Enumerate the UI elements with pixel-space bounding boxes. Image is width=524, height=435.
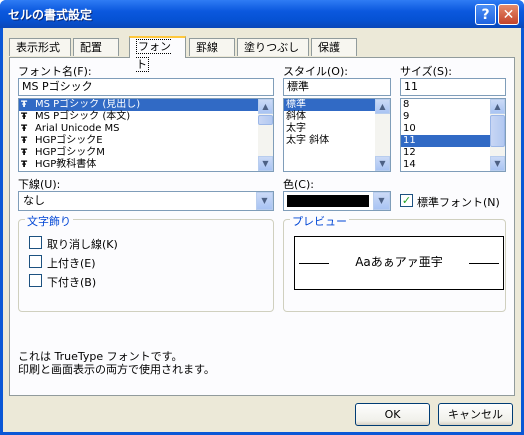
scroll-thumb[interactable] xyxy=(258,115,273,125)
dialog-title: セルの書式設定 xyxy=(8,8,93,22)
size-input[interactable]: 11 xyxy=(400,78,506,96)
close-button[interactable]: ✕ xyxy=(498,4,519,25)
checkmark-icon: ✓ xyxy=(401,194,412,207)
tab-border[interactable]: 罫線 xyxy=(189,38,235,56)
chevron-down-icon[interactable]: ▼ xyxy=(256,192,273,210)
color-swatch xyxy=(287,195,369,207)
font-name-list[interactable]: Ŧ MS Pゴシック (見出し) Ŧ MS Pゴシック (本文) Ŧ Arial Unic… xyxy=(18,98,274,172)
truetype-font-icon: Ŧ xyxy=(21,124,28,134)
font-name-input[interactable]: MS Pゴシック xyxy=(18,78,274,96)
style-list-item-label: 標準 xyxy=(286,99,306,110)
help-button[interactable]: ? xyxy=(475,4,496,25)
font_name-list-item[interactable]: Ŧ HGP教科書体 xyxy=(19,159,273,171)
font_name-list-item[interactable]: Ŧ Arial Unicode MS xyxy=(19,123,273,135)
ok-button[interactable]: OK xyxy=(355,403,430,426)
size-list-item-label: 9 xyxy=(403,111,410,122)
tab-number-format[interactable]: 表示形式 xyxy=(9,38,71,56)
font_name-list-item-label: HGP教科書体 xyxy=(35,159,97,170)
size-list-item-label: 14 xyxy=(403,159,416,170)
size-list-item-label: 12 xyxy=(403,147,416,158)
size-label: サイズ(S): xyxy=(400,65,452,78)
font-tab-panel: フォント名(F): MS Pゴシック Ŧ MS Pゴシック (見出し) Ŧ MS Pゴ… xyxy=(9,57,515,396)
font_name-list-item-label: MS Pゴシック (見出し) xyxy=(35,99,141,110)
style-list[interactable]: 標準 斜体 太字 太字 斜体 ▲ ▼ xyxy=(283,98,391,172)
font_name-list-item[interactable]: Ŧ MS Pゴシック (本文) xyxy=(19,111,273,123)
superscript-checkbox[interactable] xyxy=(29,255,42,268)
tab-alignment[interactable]: 配置 xyxy=(73,38,119,56)
font_name-list-item-label: HGPゴシックM xyxy=(35,147,105,158)
scroll-up-arrow-icon[interactable]: ▲ xyxy=(375,99,390,114)
font-info-line2: 印刷と画面表示の両方で使用されます。 xyxy=(18,363,215,376)
scroll-down-arrow-icon[interactable]: ▼ xyxy=(490,156,505,171)
subscript-label: 下付き(B) xyxy=(47,276,97,289)
dialog-window: セルの書式設定 ? ✕ 表示形式 配置 フォント 罫線 塗りつぶし 保護 フォン… xyxy=(0,0,524,435)
size-list-item-label: 11 xyxy=(403,135,416,146)
tab-font[interactable]: フォント xyxy=(129,36,186,72)
truetype-font-icon: Ŧ xyxy=(21,160,28,170)
size-list[interactable]: 8 9 10 11 12 14 ▲ ▼ xyxy=(400,98,506,172)
font_name-list-item[interactable]: Ŧ HGPゴシックM xyxy=(19,147,273,159)
size-list-item-label: 8 xyxy=(403,99,410,110)
truetype-font-icon: Ŧ xyxy=(21,136,28,146)
size-list-scrollbar[interactable]: ▲ ▼ xyxy=(490,99,505,171)
preview-box: Aaあぁアァ亜宇 xyxy=(294,236,504,290)
title-bar[interactable]: セルの書式設定 ? ✕ xyxy=(0,0,524,28)
chevron-down-icon[interactable]: ▼ xyxy=(373,192,390,210)
font_name-list-item-label: HGPゴシックE xyxy=(35,135,103,146)
underline-select[interactable]: なし ▼ xyxy=(18,191,274,211)
tab-protection[interactable]: 保護 xyxy=(311,38,357,56)
effects-title: 文字飾り xyxy=(25,213,73,229)
scroll-down-arrow-icon[interactable]: ▼ xyxy=(375,156,390,171)
cancel-button[interactable]: キャンセル xyxy=(438,403,513,426)
question-mark-icon: ? xyxy=(481,7,490,23)
font_name-list-item-label: Arial Unicode MS xyxy=(35,123,120,134)
font-name-items: Ŧ MS Pゴシック (見出し) Ŧ MS Pゴシック (本文) Ŧ Arial Unic… xyxy=(19,99,273,171)
dialog-client: 表示形式 配置 フォント 罫線 塗りつぶし 保護 フォント名(F): MS Pゴ… xyxy=(3,28,521,432)
color-select[interactable]: ▼ xyxy=(283,191,391,211)
subscript-checkbox[interactable] xyxy=(29,274,42,287)
truetype-font-icon: Ŧ xyxy=(21,148,28,158)
font-list-scrollbar[interactable]: ▲ ▼ xyxy=(258,99,273,171)
style-list-item-label: 太字 斜体 xyxy=(286,135,330,146)
underline-value: なし xyxy=(23,194,45,207)
preview-title: プレビュー xyxy=(290,213,349,229)
font-name-label: フォント名(F): xyxy=(18,65,92,78)
style-input[interactable]: 標準 xyxy=(283,78,391,96)
scroll-up-arrow-icon[interactable]: ▲ xyxy=(490,99,505,114)
superscript-label: 上付き(E) xyxy=(47,257,96,270)
color-label: 色(C): xyxy=(283,178,314,191)
preview-group: プレビュー Aaあぁアァ亜宇 xyxy=(283,213,506,312)
style-list-item-label: 斜体 xyxy=(286,111,306,122)
scroll-down-arrow-icon[interactable]: ▼ xyxy=(258,156,273,171)
font_name-list-item[interactable]: Ŧ MS Pゴシック (見出し) xyxy=(19,99,273,111)
scroll-up-arrow-icon[interactable]: ▲ xyxy=(258,99,273,114)
underline-label: 下線(U): xyxy=(18,178,61,191)
style-label: スタイル(O): xyxy=(283,65,348,78)
effects-group: 文字飾り 取り消し線(K) 上付き(E) 下付き(B) xyxy=(18,213,274,312)
preview-sample-text: Aaあぁアァ亜宇 xyxy=(355,255,443,269)
normal-font-label: 標準フォント(N) xyxy=(417,196,500,209)
strikethrough-checkbox[interactable] xyxy=(29,236,42,249)
font_name-list-item-label: MS Pゴシック (本文) xyxy=(35,111,131,122)
style-list-scrollbar[interactable]: ▲ ▼ xyxy=(375,99,390,171)
font_name-list-item[interactable]: Ŧ HGPゴシックE xyxy=(19,135,273,147)
close-icon: ✕ xyxy=(502,7,515,23)
size-list-item-label: 10 xyxy=(403,123,416,134)
tab-fill[interactable]: 塗りつぶし xyxy=(237,38,309,56)
style-list-item-label: 太字 xyxy=(286,123,306,134)
truetype-font-icon: Ŧ xyxy=(21,100,28,110)
normal-font-checkbox[interactable]: ✓ xyxy=(400,194,413,207)
strikethrough-label: 取り消し線(K) xyxy=(47,238,118,251)
truetype-font-icon: Ŧ xyxy=(21,112,28,122)
scroll-thumb[interactable] xyxy=(490,115,505,147)
